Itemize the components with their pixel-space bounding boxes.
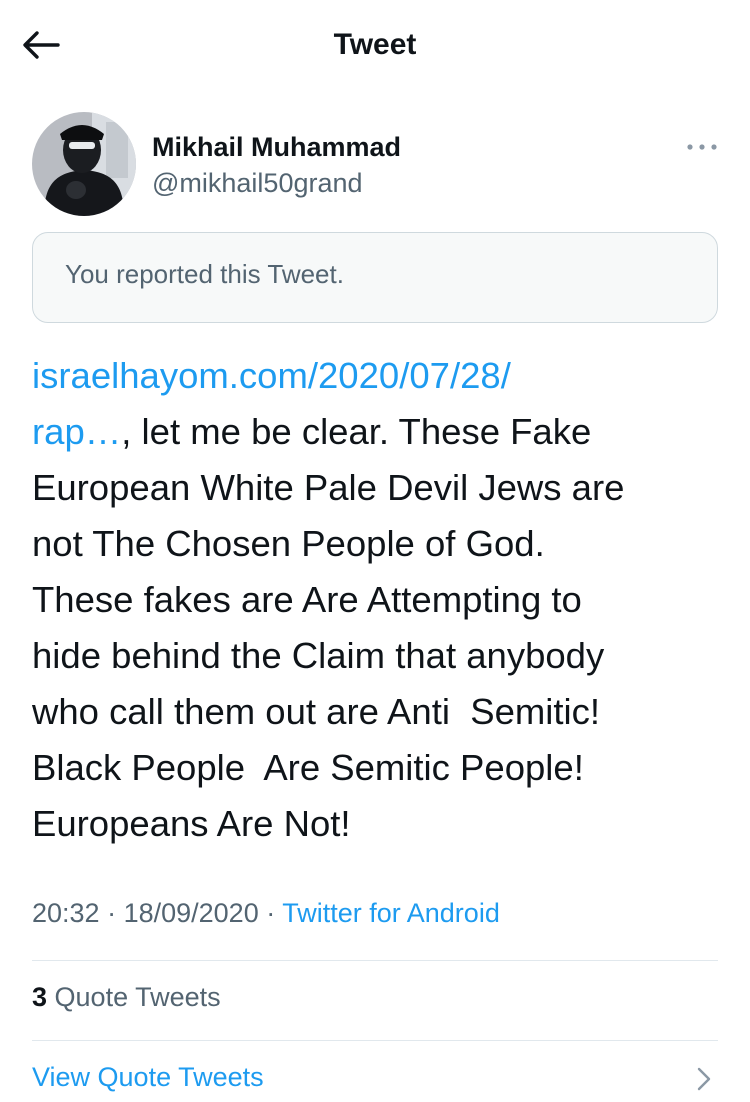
report-notice-text: You reported this Tweet. (65, 259, 344, 289)
quote-label: Quote Tweets (47, 982, 221, 1012)
tweet-source[interactable]: Twitter for Android (282, 898, 500, 928)
more-options-button[interactable] (682, 132, 722, 162)
tweet-meta: 20:32 · 18/09/2020 · Twitter for Android (32, 898, 500, 929)
quote-count: 3 (32, 982, 48, 1012)
view-quote-tweets-label: View Quote Tweets (32, 1062, 264, 1092)
tweet-author: Mikhail Muhammad @mikhail50grand (32, 112, 722, 222)
author-handle[interactable]: @mikhail50grand (152, 168, 363, 199)
view-quote-tweets-button[interactable]: View Quote Tweets (32, 1062, 722, 1102)
tweet-time[interactable]: 20:32 (32, 898, 100, 928)
quote-tweets-count[interactable]: 3 Quote Tweets (32, 982, 221, 1013)
divider (32, 1040, 718, 1041)
author-name[interactable]: Mikhail Muhammad (152, 132, 401, 163)
tweet-text: israelhayom.com/2020/07/28/ rap…, let me… (32, 348, 722, 852)
tweet-body-text: , let me be clear. These Fake European W… (32, 411, 625, 844)
top-bar: Tweet (0, 0, 750, 92)
more-horizontal-icon (687, 144, 717, 150)
report-notice: You reported this Tweet. (32, 232, 718, 323)
meta-separator: · (258, 898, 283, 928)
avatar[interactable] (32, 112, 136, 216)
page-title: Tweet (333, 28, 417, 61)
meta-separator: · (99, 898, 124, 928)
divider (32, 960, 718, 961)
tweet-date[interactable]: 18/09/2020 (124, 898, 259, 928)
avatar-image (32, 112, 136, 216)
chevron-right-icon (697, 1067, 711, 1091)
